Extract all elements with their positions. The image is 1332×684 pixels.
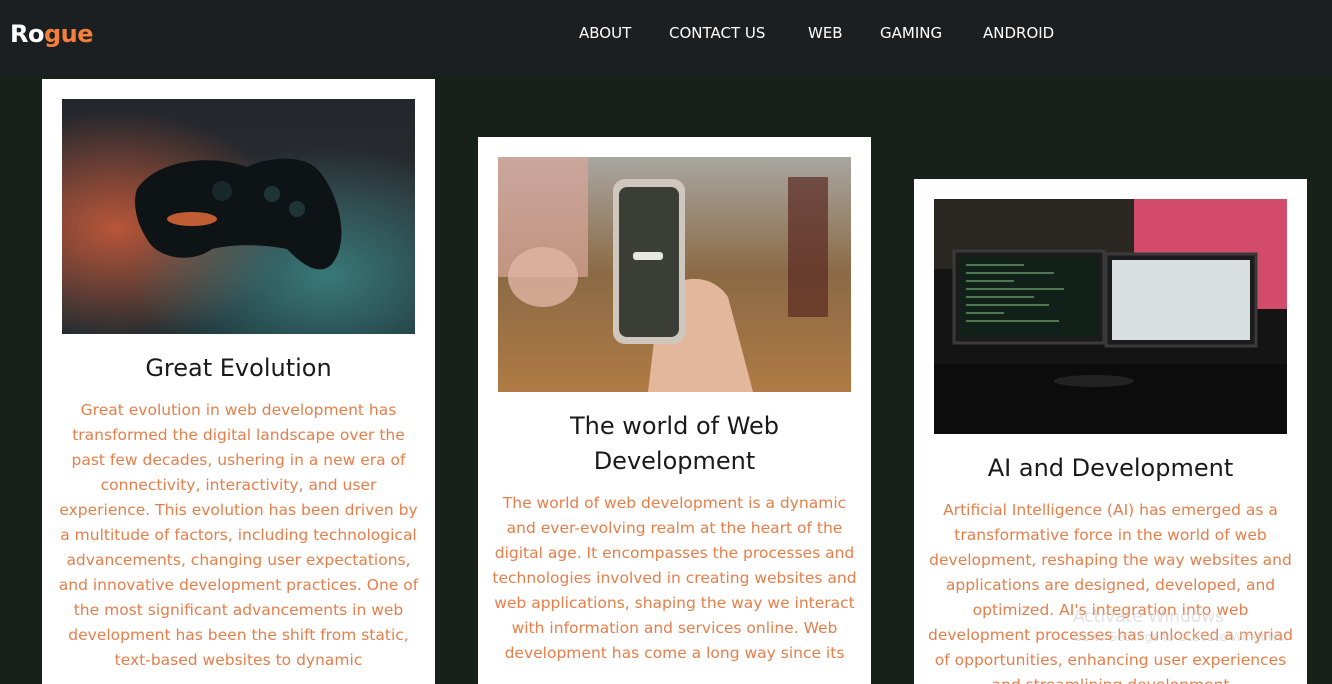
card-world-of-web-development: The world of Web Development The world o… [478,137,871,684]
top-navbar: Rogue ABOUT CONTACT US WEB GAMING ANDROI… [0,0,1332,76]
nav-links: ABOUT CONTACT US WEB GAMING ANDROID [0,24,1332,46]
card-image-controller [62,99,415,334]
card-title: AI and Development [987,454,1234,482]
card-image-smartphone [498,157,851,392]
nav-link-gaming[interactable]: GAMING [880,24,942,42]
nav-link-web[interactable]: WEB [808,24,843,42]
card-ai-and-development: AI and Development Artificial Intelligen… [914,179,1307,684]
nav-link-android[interactable]: ANDROID [983,24,1054,42]
card-text: Artificial Intelligence (AI) has emerged… [928,501,1293,684]
card-title: Great Evolution [145,354,332,382]
card-title: The world of Web Development [569,412,780,475]
card-text: Great evolution in web development has t… [58,401,419,669]
card-text: The world of web development is a dynami… [492,494,857,662]
nav-link-contact-us[interactable]: CONTACT US [669,24,765,42]
card-great-evolution: Great Evolution Great evolution in web d… [42,79,435,684]
card-image-monitors [934,199,1287,434]
nav-link-about[interactable]: ABOUT [579,24,631,42]
